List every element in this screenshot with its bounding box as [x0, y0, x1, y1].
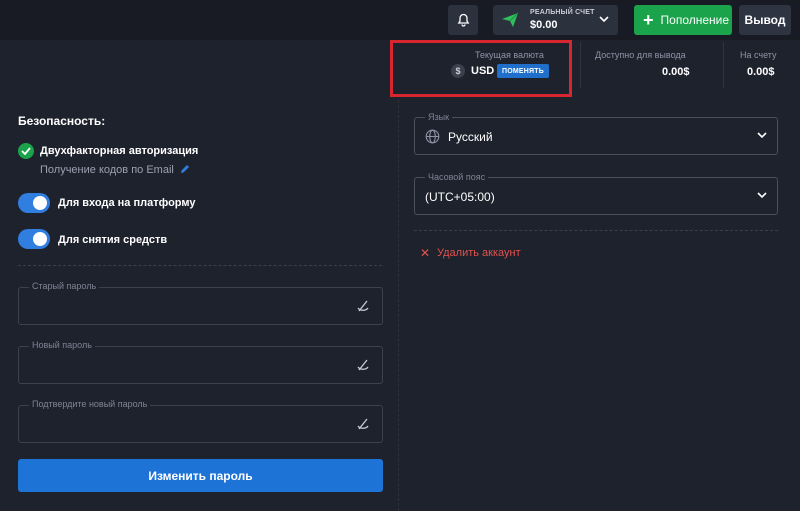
- divider: [414, 230, 778, 231]
- toggle-withdraw-2fa[interactable]: [18, 229, 50, 249]
- account-balance: $0.00: [530, 19, 558, 31]
- close-icon[interactable]: ✕: [420, 246, 430, 260]
- language-select[interactable]: Язык Русский: [414, 112, 778, 155]
- column-divider: [398, 100, 399, 511]
- account-switcher[interactable]: РЕАЛЬНЫЙ СЧЕТ $0.00: [493, 5, 618, 35]
- eye-off-icon[interactable]: [356, 417, 370, 431]
- timezone-value: (UTC+05:00): [425, 190, 495, 204]
- twofa-method: Получение кодов по Email: [40, 164, 174, 176]
- chevron-down-icon: [757, 192, 767, 199]
- old-password-label: Старый пароль: [29, 281, 100, 291]
- account-type-label: РЕАЛЬНЫЙ СЧЕТ: [530, 9, 595, 16]
- eye-off-icon[interactable]: [356, 299, 370, 313]
- toggle-login-label: Для входа на платформу: [58, 197, 196, 209]
- currency-label: Текущая валюта: [475, 50, 544, 60]
- delete-account-link[interactable]: Удалить аккаунт: [437, 247, 521, 259]
- new-password-label: Новый пароль: [29, 340, 95, 350]
- chevron-down-icon: [757, 132, 767, 139]
- timezone-label: Часовой пояс: [425, 172, 489, 182]
- available-value: 0.00$: [662, 66, 690, 78]
- change-password-button[interactable]: Изменить пароль: [18, 459, 383, 492]
- deposit-button[interactable]: + Пополнение: [634, 5, 732, 35]
- divider: [723, 42, 724, 88]
- toggle-login-2fa[interactable]: [18, 193, 50, 213]
- paper-plane-icon: [502, 12, 519, 27]
- on-account-value: 0.00$: [747, 66, 775, 78]
- divider: [580, 42, 581, 88]
- available-label: Доступно для вывода: [595, 50, 686, 60]
- timezone-select[interactable]: Часовой пояс (UTC+05:00): [414, 172, 778, 215]
- toggle-withdraw-label: Для снятия средств: [58, 234, 168, 246]
- deposit-label: Пополнение: [660, 13, 730, 27]
- notifications-button[interactable]: [448, 5, 478, 35]
- eye-off-icon[interactable]: [356, 358, 370, 372]
- new-password-field[interactable]: Новый пароль: [18, 340, 383, 384]
- pencil-icon[interactable]: [180, 164, 190, 174]
- bell-icon: [457, 13, 469, 27]
- on-account-label: На счету: [740, 50, 777, 60]
- top-bar: РЕАЛЬНЫЙ СЧЕТ $0.00 + Пополнение Вывод: [0, 0, 800, 40]
- chevron-down-icon: [599, 16, 609, 23]
- old-password-field[interactable]: Старый пароль: [18, 281, 383, 325]
- dollar-icon: $: [451, 64, 465, 78]
- language-value: Русский: [448, 130, 493, 144]
- confirm-password-label: Подтвердите новый пароль: [29, 399, 151, 409]
- confirm-password-field[interactable]: Подтвердите новый пароль: [18, 399, 383, 443]
- currency-code: USD: [471, 65, 495, 77]
- plus-icon: +: [643, 10, 654, 30]
- globe-icon: [425, 129, 440, 144]
- change-currency-button[interactable]: ПОМЕНЯТЬ: [497, 64, 549, 78]
- twofa-label: Двухфакторная авторизация: [40, 145, 199, 157]
- check-icon: [18, 143, 34, 159]
- withdraw-button[interactable]: Вывод: [739, 5, 791, 35]
- divider: [18, 265, 382, 266]
- security-title: Безопасность:: [18, 114, 106, 128]
- language-label: Язык: [425, 112, 453, 122]
